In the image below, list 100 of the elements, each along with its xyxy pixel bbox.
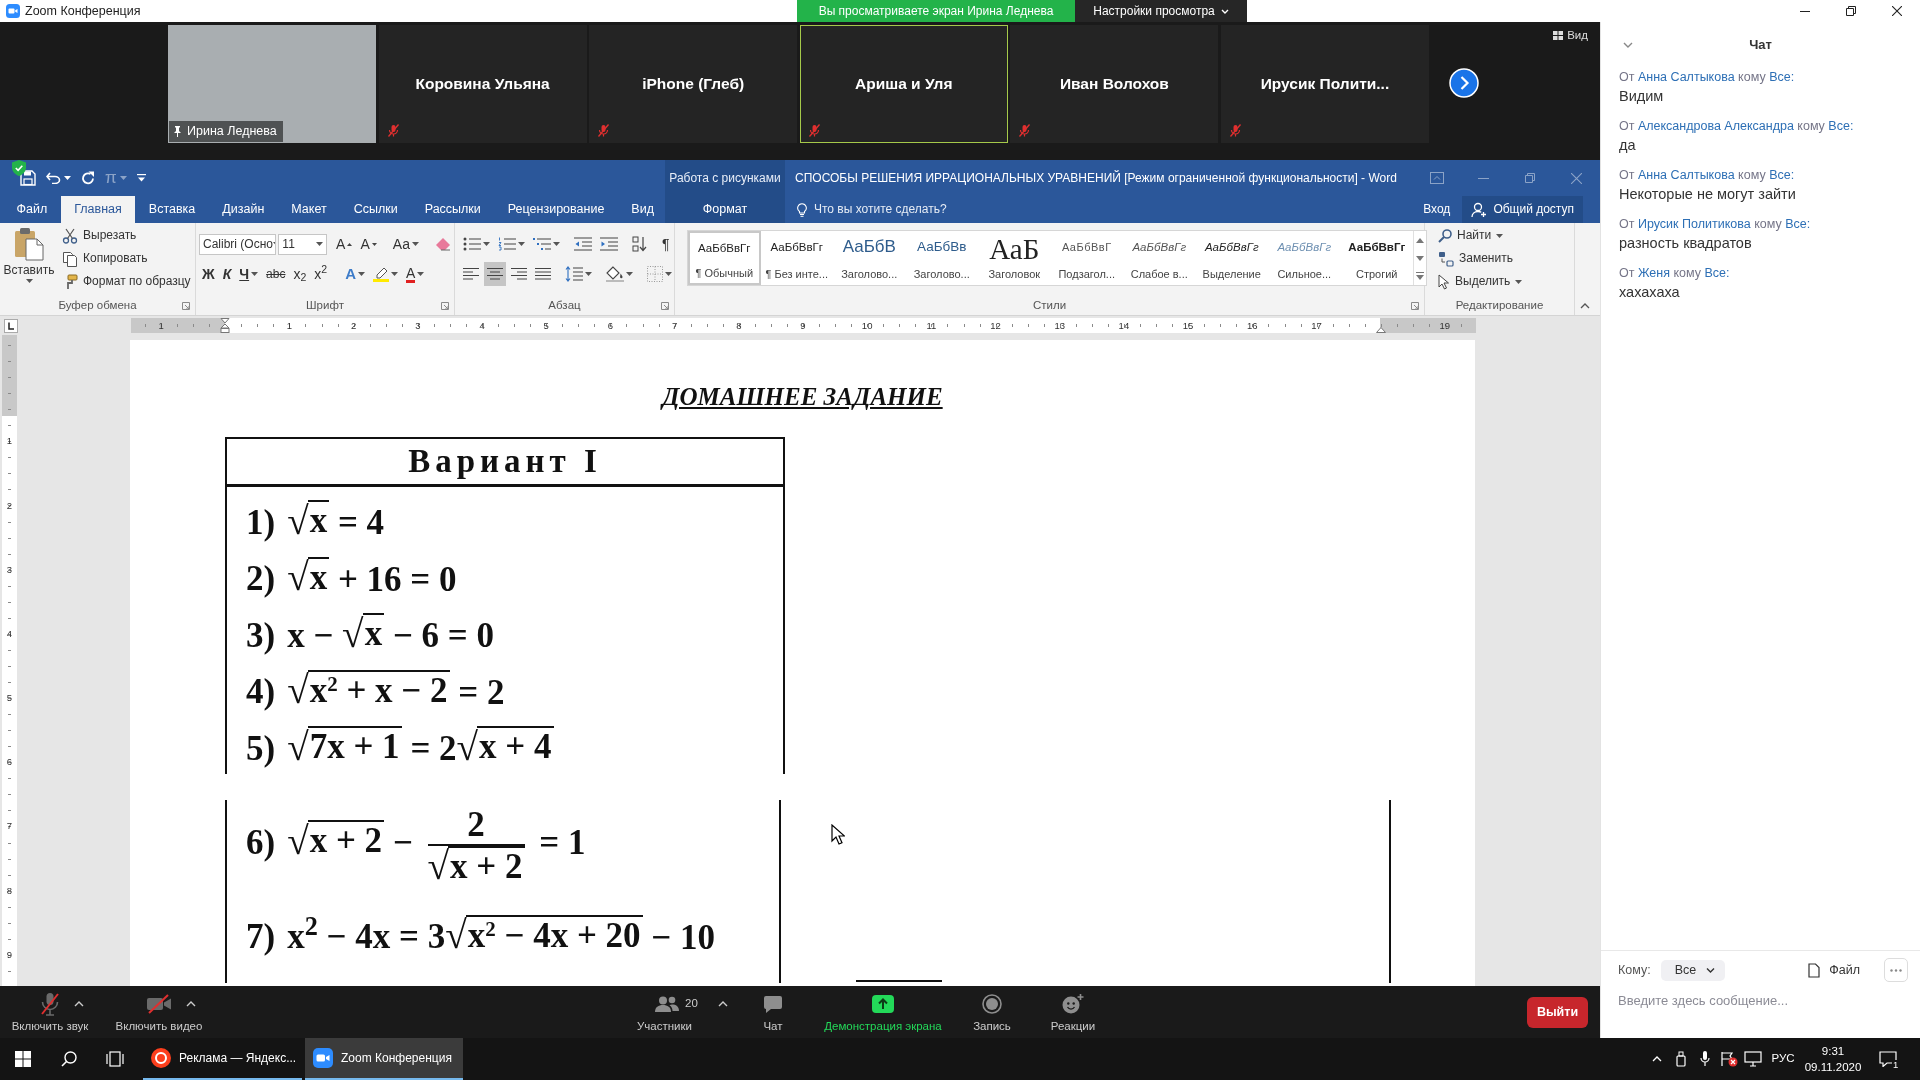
indent-marker-icon[interactable]: [1375, 327, 1386, 333]
share-screen-button[interactable]: Демонстрация экрана: [806, 986, 960, 1038]
chevron-up-icon: [1652, 1056, 1662, 1062]
style-name: ¶ Обычный: [695, 266, 754, 280]
leave-button[interactable]: Выйти: [1527, 996, 1588, 1028]
ribbon-tab[interactable]: Ссылки: [340, 196, 412, 223]
ribbon-tab[interactable]: Рассылки: [411, 196, 495, 223]
ruler-number: 1: [157, 320, 165, 331]
customize-toolbar-button[interactable]: [136, 174, 146, 182]
participant-name: Коровина Ульяна: [415, 74, 550, 95]
shrink-font-button[interactable]: A: [357, 232, 380, 256]
select-button[interactable]: Выделить: [1435, 270, 1574, 293]
font-name-field[interactable]: Calibri (Осно: [199, 233, 277, 255]
microphone-icon: [1700, 1051, 1710, 1067]
file-button[interactable]: Файл: [1808, 962, 1860, 978]
undo-button[interactable]: [46, 172, 71, 184]
indent-marker-icon[interactable]: [220, 318, 231, 333]
unmute-button[interactable]: Включить звук: [0, 986, 100, 1038]
style-item[interactable]: АаБбВвГг Сильное...: [1268, 231, 1341, 285]
save-button[interactable]: [20, 170, 36, 186]
dialog-launcher-icon[interactable]: [182, 302, 190, 310]
share-button[interactable]: Общий доступ: [1462, 196, 1583, 223]
subscript-button[interactable]: x$_{2}$: [290, 262, 310, 286]
dialog-launcher-icon[interactable]: [661, 302, 669, 310]
strikethrough-button[interactable]: abc: [263, 262, 289, 286]
cut-button[interactable]: Вырезать: [59, 224, 194, 247]
ribbon-tab[interactable]: Дизайн: [208, 196, 278, 223]
message-input[interactable]: Введите здесь сообщение...: [1618, 991, 1908, 1011]
ribbon-display-options-icon: [1430, 172, 1445, 184]
dialog-launcher-icon[interactable]: [441, 302, 449, 310]
tell-me-search[interactable]: Что вы хотите сделать?: [797, 196, 947, 223]
zoom-logo-icon: [6, 4, 20, 18]
taskbar-app[interactable]: Реклама — Яндекс...: [143, 1038, 302, 1080]
grow-font-button[interactable]: A: [333, 232, 356, 256]
replace-button[interactable]: Заменить: [1435, 247, 1574, 270]
font-color-button[interactable]: A: [403, 262, 428, 286]
view-button[interactable]: Вид: [1553, 29, 1588, 43]
style-item[interactable]: АаБбВ Заголово...: [833, 231, 906, 285]
sort-icon: [632, 236, 648, 252]
caret-up-icon[interactable]: [186, 1001, 196, 1007]
style-item[interactable]: АаБбВвГг Выделение: [1195, 231, 1268, 285]
dialog-launcher-icon[interactable]: [1411, 302, 1419, 310]
text-effects-button[interactable]: A: [342, 262, 368, 286]
bold-button[interactable]: Ж: [199, 262, 218, 286]
style-item[interactable]: АаБбВвГг Строгий: [1340, 231, 1413, 285]
ribbon-tab[interactable]: Вид: [617, 196, 668, 223]
start-video-button[interactable]: Включить видео: [100, 986, 218, 1038]
ribbon-tab[interactable]: Главная: [60, 196, 136, 223]
chat-button[interactable]: Чат: [740, 986, 806, 1038]
align-center-button[interactable]: [484, 262, 506, 286]
ruler-number: 5: [5, 693, 14, 703]
ribbon-tab[interactable]: Файл: [3, 196, 61, 223]
message-text: разность квадратов: [1619, 234, 1753, 253]
record-button[interactable]: Запись: [960, 986, 1024, 1038]
collapse-ribbon-icon[interactable]: [1580, 303, 1590, 309]
clock-date: 09.11.2020: [1804, 1060, 1862, 1075]
find-button[interactable]: Найти: [1435, 224, 1574, 247]
repeat-button[interactable]: [81, 171, 95, 185]
style-item[interactable]: АаБбВвГг ¶ Обычный: [688, 231, 761, 285]
format-painter-button[interactable]: Формат по образцу: [59, 270, 194, 293]
style-item[interactable]: АаБбВв Заголово...: [905, 231, 978, 285]
copy-button[interactable]: Копировать: [59, 247, 194, 270]
clock[interactable]: 9:31 09.11.2020: [1801, 1043, 1865, 1075]
ribbon-tab[interactable]: Формат: [689, 196, 761, 223]
sign-in-link[interactable]: Вход: [1423, 196, 1451, 223]
scissors-icon: [62, 227, 78, 244]
notifications-button[interactable]: 1: [1865, 1038, 1910, 1080]
ribbon-tab[interactable]: Вставка: [135, 196, 209, 223]
style-item[interactable]: АаБбВвГг ¶ Без инте...: [760, 231, 833, 285]
show-marks-button[interactable]: ¶: [659, 232, 673, 256]
reactions-button[interactable]: Реакции: [1024, 986, 1122, 1038]
italic-button[interactable]: К: [219, 262, 235, 286]
superscript-button[interactable]: x$^{2}$: [311, 262, 331, 286]
font-size-field[interactable]: 11: [278, 233, 328, 255]
ribbon-tab[interactable]: Рецензирование: [494, 196, 618, 223]
language-indicator[interactable]: РУС: [1765, 1052, 1801, 1066]
style-item[interactable]: АаБбВвГг Слабое в...: [1123, 231, 1196, 285]
paste-button[interactable]: Вставить: [5, 223, 53, 296]
view-options-button[interactable]: Настройки просмотра: [1075, 0, 1247, 22]
recipient-dropdown[interactable]: Все: [1660, 959, 1726, 981]
caret-icon: [391, 272, 398, 276]
ribbon-tab[interactable]: Макет: [277, 196, 341, 223]
next-page-button[interactable]: [1448, 68, 1479, 98]
tab-selector-icon[interactable]: [4, 318, 18, 333]
chevron-down-icon[interactable]: [1623, 42, 1633, 48]
style-item[interactable]: АаБбВвГ Подзагол...: [1050, 231, 1123, 285]
ruler-number: 1: [285, 320, 294, 331]
ruler-number: 16: [1246, 320, 1259, 331]
change-case-button[interactable]: Аа: [389, 232, 422, 256]
task-view-icon: [106, 1051, 124, 1067]
caret-up-icon[interactable]: [717, 1001, 728, 1007]
ruler-number: 4: [5, 628, 14, 639]
style-name: Заголово...: [841, 267, 898, 281]
style-preview: АаБбВвГг: [1204, 240, 1259, 255]
style-preview: АаБбВвГг: [698, 241, 751, 256]
style-item[interactable]: АаБ Заголовок: [978, 231, 1051, 285]
underline-button[interactable]: Ч: [236, 262, 262, 286]
caret-up-icon[interactable]: [74, 1001, 84, 1007]
taskbar-app[interactable]: Zoom Конференция: [305, 1038, 463, 1080]
participants-button[interactable]: 20 Участники: [618, 986, 740, 1038]
